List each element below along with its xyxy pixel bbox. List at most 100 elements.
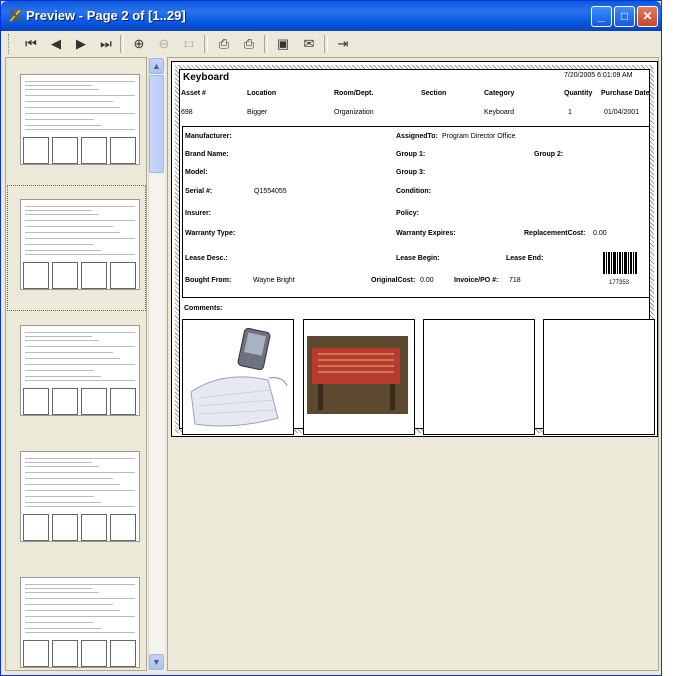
value-replacement-cost: 0.00: [593, 230, 607, 237]
page-thumbnail[interactable]: [20, 577, 140, 668]
thumbnail-text-line: [25, 628, 101, 629]
label-condition: Condition:: [396, 188, 431, 195]
label-serial: Serial #:: [185, 188, 213, 195]
first-page-button[interactable]: ⏮: [20, 33, 42, 55]
thumbnail-text-line: [25, 370, 94, 371]
thumbnail-text-line: [25, 506, 135, 507]
email-button[interactable]: ✉: [298, 33, 320, 55]
scroll-down-button[interactable]: ▼: [149, 654, 164, 670]
last-page-icon: ⏭: [100, 36, 112, 51]
thumbnail-text-line: [25, 332, 135, 333]
thumbnail-text-line: [25, 346, 135, 347]
thumbnail-text-line: [25, 472, 135, 473]
thumbnail-text-line: [25, 490, 135, 491]
thumbnail-text-line: [25, 462, 92, 463]
thumbnail-text-line: [25, 238, 135, 239]
value-assigned-to: Program Director Office: [442, 133, 516, 140]
barcode-icon: [603, 252, 637, 274]
last-page-button[interactable]: ⏭: [95, 33, 117, 55]
prev-page-icon: ◀: [51, 36, 61, 51]
label-brand: Brand Name:: [185, 151, 229, 158]
barcode-number: 177353: [609, 280, 630, 286]
thumbnail-text-line: [25, 584, 135, 585]
value-invoice: 718: [509, 277, 521, 284]
page-thumbnail[interactable]: [20, 199, 140, 290]
cell-location: Bigger: [247, 109, 268, 116]
toolbar-separator: [264, 35, 268, 53]
thumbnail-text-line: [25, 364, 135, 365]
details-box: Manufacturer: Brand Name: Model: Serial …: [182, 126, 650, 298]
thumbnail-text-line: [25, 113, 135, 114]
thumbnail-text-line: [25, 376, 101, 377]
prev-page-button[interactable]: ◀: [45, 33, 67, 55]
thumbnail-text-line: [25, 214, 99, 215]
label-lease-begin: Lease Begin:: [396, 255, 440, 262]
cell-purchase-date: 01/04/2001: [604, 109, 640, 116]
toolbar: ⏮ ◀ ▶ ⏭ ⊕ ⊖ 1:1 ⎙ ⎙ ▣ ✉ ⇥: [4, 31, 660, 57]
col-section: Section: [421, 90, 447, 97]
cell-room-dept: Organization: [334, 109, 374, 116]
report-timestamp: 7/20/2005 6:01:09 AM: [564, 72, 633, 79]
label-warranty-expires: Warranty Expires:: [396, 230, 456, 237]
thumbnail-text-line: [25, 244, 94, 245]
next-page-button[interactable]: ▶: [70, 33, 92, 55]
print-setup-button[interactable]: ⎙: [238, 33, 260, 55]
label-insurer: Insurer:: [185, 210, 212, 217]
col-category: Category: [484, 90, 515, 97]
thumbnail-text-line: [25, 496, 94, 497]
next-page-icon: ▶: [76, 36, 86, 51]
col-quantity: Quantity: [564, 90, 593, 97]
label-group2: Group 2:: [534, 151, 564, 158]
window-title: Preview - Page 2 of [1..29]: [26, 8, 186, 23]
thumbnail-text-line: [25, 107, 120, 108]
label-lease-desc: Lease Desc.:: [185, 255, 228, 262]
page-thumbnail[interactable]: [20, 74, 140, 165]
close-button[interactable]: ✕: [637, 6, 658, 27]
toolbar-separator: [204, 35, 208, 53]
scroll-thumb[interactable]: [149, 75, 164, 173]
save-icon: ▣: [276, 36, 290, 51]
minimize-button[interactable]: _: [591, 6, 612, 27]
print-button[interactable]: ⎙: [213, 33, 235, 55]
label-comments: Comments:: [184, 305, 223, 312]
maximize-button[interactable]: □: [614, 6, 635, 27]
label-replacement-cost: ReplacementCost:: [524, 230, 586, 237]
title-bar[interactable]: Preview - Page 2 of [1..29] _ □ ✕: [1, 1, 661, 31]
save-button[interactable]: ▣: [272, 33, 294, 55]
thumbnail-photo-slot: [110, 514, 136, 541]
value-bought-from: Wayne Bright: [253, 277, 295, 284]
app-icon: [8, 8, 22, 23]
photo-slot-1: [182, 319, 294, 435]
actual-size-button[interactable]: 1:1: [178, 33, 200, 55]
thumbnail-text-line: [25, 588, 92, 589]
print-setup-icon: ⎙: [243, 36, 255, 51]
thumbnail-text-line: [25, 466, 99, 467]
page-thumbnail[interactable]: [20, 451, 140, 542]
thumbnail-text-line: [25, 598, 135, 599]
print-icon: ⎙: [218, 36, 230, 51]
thumbnail-text-line: [25, 610, 120, 611]
toolbar-grip[interactable]: [8, 34, 12, 54]
col-asset-number: Asset #: [181, 90, 206, 97]
thumbnail-text-line: [25, 119, 94, 120]
page-thumbnail[interactable]: [20, 325, 140, 416]
thumbnail-pane[interactable]: [5, 57, 147, 671]
report-content: Keyboard 7/20/2005 6:01:09 AM Asset # Lo…: [179, 69, 655, 435]
photo-slot-4: [543, 319, 655, 435]
actual-size-icon: 1:1: [183, 39, 195, 49]
zoom-in-button[interactable]: ⊕: [128, 33, 150, 55]
thumbnail-photo-slot: [81, 388, 107, 415]
thumbnail-photo-slot: [23, 514, 49, 541]
thumbnail-scrollbar[interactable]: ▲ ▼: [148, 57, 165, 671]
thumbnail-photo-slot: [110, 137, 136, 164]
scroll-up-button[interactable]: ▲: [149, 58, 164, 74]
label-manufacturer: Manufacturer:: [185, 133, 232, 140]
photo-slot-3: [423, 319, 535, 435]
thumbnail-text-line: [25, 336, 92, 337]
preview-window: Preview - Page 2 of [1..29] _ □ ✕ ⏮ ◀ ▶ ⏭ ⊕ ⊖…: [0, 0, 662, 676]
cell-category: Keyboard: [484, 109, 514, 116]
label-model: Model:: [185, 169, 208, 176]
label-invoice: Invoice/PO #:: [454, 277, 499, 284]
exit-button[interactable]: ⇥: [332, 33, 354, 55]
zoom-out-button[interactable]: ⊖: [153, 33, 175, 55]
